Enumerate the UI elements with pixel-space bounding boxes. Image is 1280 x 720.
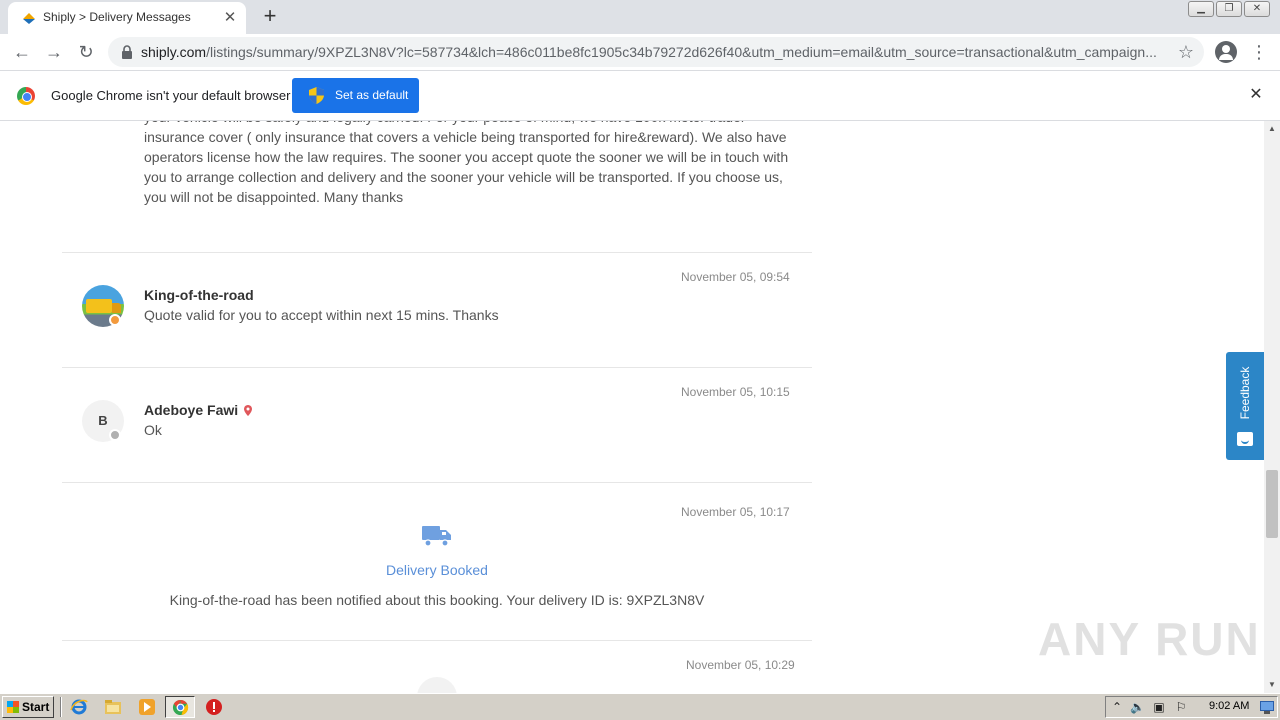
partial-avatar xyxy=(417,677,457,693)
booking-timestamp: November 05, 10:17 xyxy=(681,505,790,519)
feedback-tab-button[interactable]: Feedback xyxy=(1226,352,1264,460)
message-timestamp: November 05, 10:29 xyxy=(686,658,795,672)
taskbar-clock: 9:02 AM xyxy=(1209,700,1250,712)
media-player-icon[interactable] xyxy=(138,698,156,716)
chrome-taskbar-icon xyxy=(172,699,189,716)
start-label: Start xyxy=(22,700,50,714)
page-viewport: your vehicle will be safely and legally … xyxy=(0,121,1264,693)
tab-close-icon[interactable]: ✕ xyxy=(220,8,240,28)
forward-button[interactable]: → xyxy=(42,40,66,64)
scroll-thumb[interactable] xyxy=(1266,470,1278,538)
previous-message-text: your vehicle will be safely and legally … xyxy=(144,121,789,205)
windows-taskbar: Start ⌃ 🔈 ▣ ⚐ 9:02 AM xyxy=(0,693,1280,720)
start-button[interactable]: Start xyxy=(2,696,54,718)
booking-notification-text: King-of-the-road has been notified about… xyxy=(169,592,705,608)
browser-toolbar: ← → ↻ shiply.com/listings/summary/9XPZL3… xyxy=(0,34,1280,70)
browser-tab[interactable]: Shiply > Delivery Messages ✕ xyxy=(8,2,246,34)
message-divider xyxy=(62,640,812,641)
message-text: Quote valid for you to accept within nex… xyxy=(144,307,499,323)
message-timestamp: November 05, 10:15 xyxy=(681,385,790,399)
close-window-button[interactable]: ✕ xyxy=(1244,1,1270,17)
file-explorer-icon[interactable] xyxy=(104,698,122,716)
new-tab-button[interactable]: + xyxy=(258,5,282,29)
internet-explorer-icon[interactable] xyxy=(70,698,88,716)
infobar-close-icon[interactable]: ✕ xyxy=(1246,85,1266,105)
default-browser-infobar: Google Chrome isn't your default browser… xyxy=(0,70,1280,121)
back-button[interactable]: ← xyxy=(10,40,34,64)
chrome-logo-icon xyxy=(17,87,35,105)
message-text: Ok xyxy=(144,422,162,438)
truck-photo-icon xyxy=(86,299,121,313)
shiply-favicon-icon xyxy=(23,13,35,24)
stop-alert-icon[interactable] xyxy=(205,698,223,716)
windows-flag-icon xyxy=(7,701,19,713)
profile-avatar-icon[interactable] xyxy=(1215,41,1237,63)
tab-title: Shiply > Delivery Messages xyxy=(43,10,191,24)
scroll-down-arrow-icon[interactable]: ▼ xyxy=(1264,677,1280,693)
scroll-up-arrow-icon[interactable]: ▲ xyxy=(1264,121,1280,137)
uac-shield-icon xyxy=(309,87,324,104)
location-pin-icon xyxy=(244,405,253,416)
message-timestamp: November 05, 09:54 xyxy=(681,270,790,284)
system-tray: ⌃ 🔈 ▣ ⚐ 9:02 AM xyxy=(1105,696,1278,718)
infobar-message: Google Chrome isn't your default browser xyxy=(51,88,291,103)
set-as-default-label: Set as default xyxy=(335,88,409,102)
set-as-default-button[interactable]: Set as default xyxy=(292,78,419,113)
sender-name: Adeboye Fawi xyxy=(144,402,239,418)
message-sender: Adeboye Fawi xyxy=(144,402,253,418)
status-dot xyxy=(109,429,121,441)
minimize-button[interactable]: ▁ xyxy=(1188,1,1214,17)
browser-menu-icon[interactable]: ⋮ xyxy=(1250,42,1268,62)
page-scrollbar[interactable]: ▲ ▼ xyxy=(1264,121,1280,693)
feedback-label: Feedback xyxy=(1238,366,1252,420)
message-divider xyxy=(62,252,812,253)
chrome-taskbar-button[interactable] xyxy=(165,696,195,718)
reload-button[interactable]: ↻ xyxy=(74,40,98,64)
volume-icon[interactable]: 🔈 xyxy=(1130,700,1145,714)
message-sender[interactable]: King-of-the-road xyxy=(144,287,254,303)
url-text[interactable]: shiply.com/listings/summary/9XPZL3N8V?lc… xyxy=(141,44,1171,60)
network-icon[interactable]: ▣ xyxy=(1152,700,1166,714)
window-controls: ▁ ❐ ✕ xyxy=(1186,1,1270,17)
restore-button[interactable]: ❐ xyxy=(1216,1,1242,17)
show-desktop-icon[interactable] xyxy=(1260,701,1274,714)
status-dot xyxy=(109,314,121,326)
anyrun-watermark: ANY RUN xyxy=(1038,613,1261,665)
action-center-flag-icon[interactable]: ⚐ xyxy=(1174,700,1188,714)
message-divider xyxy=(62,482,812,483)
address-bar[interactable]: shiply.com/listings/summary/9XPZL3N8V?lc… xyxy=(108,37,1204,67)
tray-expand-icon[interactable]: ⌃ xyxy=(1110,700,1124,714)
message-divider xyxy=(62,367,812,368)
feedback-smile-icon xyxy=(1237,432,1253,446)
bookmark-star-icon[interactable]: ☆ xyxy=(1178,42,1194,63)
delivery-booked-title: Delivery Booked xyxy=(386,562,488,578)
delivery-truck-icon xyxy=(422,526,451,547)
taskbar-separator xyxy=(60,697,62,717)
url-path: /listings/summary/9XPZL3N8V?lc=587734&lc… xyxy=(206,44,1157,60)
lock-icon xyxy=(122,45,132,59)
url-host: shiply.com xyxy=(141,44,207,60)
browser-titlebar: Shiply > Delivery Messages ✕ + ▁ ❐ ✕ xyxy=(0,0,1280,34)
